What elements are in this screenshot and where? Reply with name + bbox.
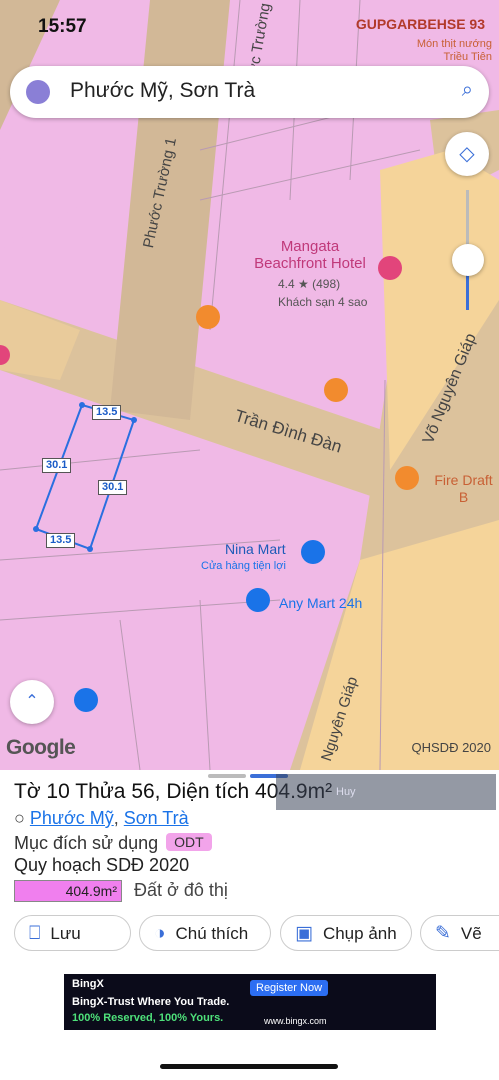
- any-mart-label[interactable]: Any Mart 24h: [279, 595, 362, 612]
- parcel-dim-top: 13.5: [92, 405, 122, 420]
- plan-label: Quy hoạch SDĐ 2020: [14, 855, 190, 875]
- parcel-dim-right: 30.1: [98, 480, 128, 495]
- home-indicator: [160, 1064, 338, 1069]
- parcel-dim-bottom: 13.5: [46, 533, 76, 548]
- hotel-name-label[interactable]: Mangata Beachfront Hotel: [240, 238, 380, 272]
- status-right: GUPGARBEHSE 93: [355, 16, 485, 32]
- ward-link[interactable]: Phước Mỹ: [30, 808, 114, 828]
- purpose-badge: ODT: [166, 833, 212, 851]
- qhsdd-label: QHSDĐ 2020: [411, 740, 491, 755]
- ad-url: www.bingx.com: [264, 1016, 327, 1026]
- search-icon[interactable]: ⌕: [462, 79, 473, 102]
- sheet-handle[interactable]: [208, 774, 246, 778]
- area-value: 404.9m²: [14, 880, 122, 902]
- pin-icon: ○: [14, 808, 25, 828]
- nina-mart-subtitle: Cửa hàng tiện lợi: [201, 560, 286, 572]
- pencil-icon: ✎: [435, 923, 451, 944]
- avatar[interactable]: [26, 80, 50, 104]
- legend-button[interactable]: ◑ Chú thích: [139, 915, 271, 951]
- parcel-dim-left: 30.1: [42, 458, 72, 473]
- video-overlay[interactable]: Huy: [276, 774, 496, 810]
- hotel-class-label: Khách sạn 4 sao: [278, 295, 368, 309]
- save-button[interactable]: ⎕ Lưu: [14, 915, 131, 951]
- ad-cta: Register Now: [250, 980, 329, 996]
- district-link[interactable]: Sơn Trà: [124, 808, 189, 828]
- ad-line2: 100% Reserved, 100% Yours.: [72, 1012, 224, 1024]
- layers-icon: ◇: [459, 143, 475, 165]
- expand-button[interactable]: ⌃: [10, 680, 54, 724]
- location-row: ○ Phước Mỹ, Sơn Trà: [14, 808, 189, 828]
- nina-mart-label[interactable]: Nina Mart: [225, 541, 286, 558]
- hotel-rating-label: 4.4 ★ (498): [278, 277, 341, 291]
- search-query[interactable]: Phước Mỹ, Sơn Trà: [70, 79, 255, 103]
- status-time: 15:57: [38, 16, 87, 37]
- fire-draft-label[interactable]: Fire Draft B: [428, 472, 499, 506]
- search-bar[interactable]: Phước Mỹ, Sơn Trà ⌕: [10, 66, 489, 118]
- google-logo: Google: [6, 736, 76, 759]
- add-file-icon: ⎕: [29, 923, 41, 944]
- camera-icon: ▣: [295, 923, 313, 944]
- ad-brand: BingX: [72, 978, 104, 990]
- area-row: 404.9m² Đất ở đô thị: [14, 880, 228, 902]
- ad-headline: BingX-Trust Where You Trade.: [72, 996, 230, 1008]
- opacity-slider-knob[interactable]: [452, 244, 484, 276]
- layers-button[interactable]: ◇: [445, 132, 489, 176]
- battery-icon: 93: [469, 16, 485, 32]
- ad-banner[interactable]: BingX BingX-Trust Where You Trade. 100% …: [64, 974, 436, 1030]
- purpose-row: Mục đích sử dụng ODT: [14, 833, 212, 854]
- chevron-up-icon: ⌃: [25, 693, 39, 710]
- draw-button[interactable]: ✎ Vẽ: [420, 915, 499, 951]
- area-type: Đất ở đô thị: [134, 880, 228, 900]
- snapshot-button[interactable]: ▣ Chụp ảnh: [280, 915, 412, 951]
- contrast-icon: ◑: [154, 923, 166, 944]
- status-bar: 15:57 GUPGARBEHSE 93: [0, 0, 499, 52]
